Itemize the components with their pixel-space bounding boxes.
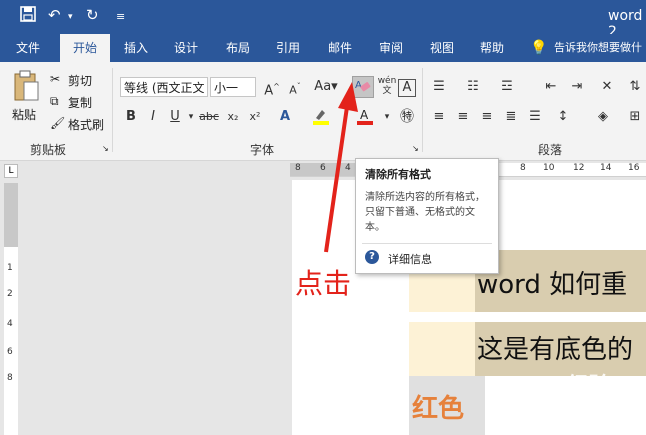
format-painter-button[interactable]: 格式刷	[68, 116, 104, 133]
ribbon-tabs: 文件 开始 插入 设计 布局 引用 邮件 审阅 视图 帮助 💡 告诉我你想要做什	[0, 34, 646, 62]
more-info-link[interactable]: 详细信息	[388, 251, 432, 267]
divider	[112, 68, 113, 152]
asian-layout-icon[interactable]: ✕	[596, 76, 618, 98]
font-size-value: 小一	[214, 81, 239, 95]
font-group-label: 字体	[250, 143, 275, 157]
character-border-button[interactable]: A	[398, 79, 416, 97]
tab-home[interactable]: 开始	[60, 34, 110, 62]
clipboard-icon[interactable]	[12, 70, 40, 105]
align-center-icon[interactable]: ≡	[452, 106, 474, 128]
undo-icon[interactable]: ↶	[48, 6, 61, 24]
font-color-dropdown-icon[interactable]: ▾	[376, 106, 398, 128]
ruler-margin	[4, 183, 18, 247]
tab-insert[interactable]: 插入	[114, 34, 158, 62]
subscript-button[interactable]: x₂	[222, 106, 244, 128]
tab-mailings[interactable]: 邮件	[318, 34, 362, 62]
multilevel-list-icon[interactable]: ☲	[496, 76, 518, 98]
clear-formatting-tooltip: 清除所有格式 清除所选内容的所有格式，只留下普通、无格式的文本。 ? 详细信息	[355, 158, 499, 274]
tab-review[interactable]: 审阅	[369, 34, 413, 62]
document-line[interactable]: 红色	[409, 376, 485, 435]
paintbrush-icon[interactable]: 🖌	[50, 116, 65, 130]
paste-button[interactable]: 粘贴	[12, 106, 36, 123]
scissors-icon[interactable]: ✂	[50, 72, 60, 86]
phonetic-guide-button[interactable]: wén 文	[376, 76, 398, 98]
customize-toolbar-icon[interactable]: ≡	[116, 10, 125, 23]
divider	[422, 68, 423, 152]
align-right-icon[interactable]: ≡	[476, 106, 498, 128]
ruler-tick: 10	[543, 163, 555, 173]
italic-button[interactable]: I	[142, 106, 164, 128]
lightbulb-icon[interactable]: 💡	[530, 34, 548, 62]
undo-dropdown-icon[interactable]: ▾	[68, 12, 73, 22]
numbering-icon[interactable]: ☷	[462, 76, 484, 98]
copy-icon[interactable]: ⧉	[50, 94, 59, 109]
ruler-tick: 1	[7, 263, 13, 273]
ruler-tick: 2	[7, 289, 13, 299]
grow-font-icon[interactable]: A^	[261, 76, 283, 98]
document-text: 红色	[412, 394, 465, 424]
line-spacing-icon[interactable]: ↕	[552, 106, 574, 128]
enclose-character-icon[interactable]: ㊕	[396, 106, 418, 128]
redo-icon[interactable]: ↻	[86, 6, 99, 24]
vertical-ruler[interactable]: 1 2 4 6 8	[4, 183, 18, 435]
tab-references[interactable]: 引用	[266, 34, 310, 62]
copy-button[interactable]: 复制	[68, 94, 92, 111]
align-left-icon[interactable]: ≡	[428, 106, 450, 128]
bullets-icon[interactable]: ☰	[428, 76, 450, 98]
title-bar: ↶ ▾ ↻ ≡ word 2	[0, 0, 646, 40]
tab-design[interactable]: 设计	[164, 34, 208, 62]
tell-me-box[interactable]: 告诉我你想要做什	[554, 34, 646, 62]
ruler-tick: 8	[520, 163, 526, 173]
ruler-tick: 4	[7, 319, 13, 329]
help-icon[interactable]: ?	[365, 250, 379, 264]
tab-help[interactable]: 帮助	[470, 34, 514, 62]
save-icon[interactable]	[20, 6, 36, 26]
cut-button[interactable]: 剪切	[68, 72, 92, 89]
decrease-indent-icon[interactable]: ⇤	[540, 76, 562, 98]
justify-icon[interactable]: ≣	[500, 106, 522, 128]
document-text: word 如何重	[477, 270, 628, 300]
tab-layout[interactable]: 布局	[216, 34, 260, 62]
shading-icon[interactable]: ◈	[592, 106, 614, 128]
ruler-tick: 16	[628, 163, 640, 173]
superscript-button[interactable]: x²	[244, 106, 266, 128]
phonetic-char: 文	[382, 86, 392, 96]
sort-icon[interactable]: ⇅	[624, 76, 646, 98]
tab-view[interactable]: 视图	[420, 34, 464, 62]
font-name-select[interactable]: 等线 (西文正文	[120, 77, 208, 97]
clipboard-launcher-icon[interactable]: ↘	[102, 144, 109, 153]
tooltip-description: 清除所选内容的所有格式，只留下普通、无格式的文本。	[365, 192, 485, 233]
divider	[362, 243, 492, 244]
font-name-value: 等线 (西文正文	[124, 81, 205, 95]
watermark-logo: Bai 经验	[520, 374, 611, 399]
increase-indent-icon[interactable]: ⇥	[566, 76, 588, 98]
distributed-icon[interactable]: ☰	[524, 106, 546, 128]
borders-icon[interactable]: ⊞	[624, 106, 646, 128]
bold-button[interactable]: B	[120, 106, 142, 128]
tab-file[interactable]: 文件	[6, 34, 50, 62]
ruler-tick: 8	[7, 373, 13, 383]
font-size-select[interactable]: 小一	[210, 77, 256, 97]
tooltip-title: 清除所有格式	[365, 168, 431, 181]
strikethrough-button[interactable]: abc	[196, 106, 222, 128]
click-annotation: 点击	[295, 267, 352, 300]
ruler-tick: 14	[600, 163, 612, 173]
watermark-url: jingyan.baidu.com	[530, 404, 632, 417]
phonetic-label: wén	[377, 76, 397, 86]
paragraph-group-label: 段落	[538, 143, 563, 157]
tab-selector-icon[interactable]: L	[4, 164, 18, 178]
clipboard-group-label: 剪贴板	[30, 143, 67, 157]
ruler-tick: 6	[7, 347, 13, 357]
text-effects-icon[interactable]: A	[274, 106, 296, 128]
document-text: 这是有底色的	[477, 335, 634, 365]
ruler-tick: 8	[295, 163, 301, 173]
font-launcher-icon[interactable]: ↘	[412, 144, 419, 153]
paragraph-shading	[409, 322, 475, 376]
ruler-tick: 12	[573, 163, 585, 173]
shrink-font-icon[interactable]: Aˇ	[284, 76, 306, 98]
